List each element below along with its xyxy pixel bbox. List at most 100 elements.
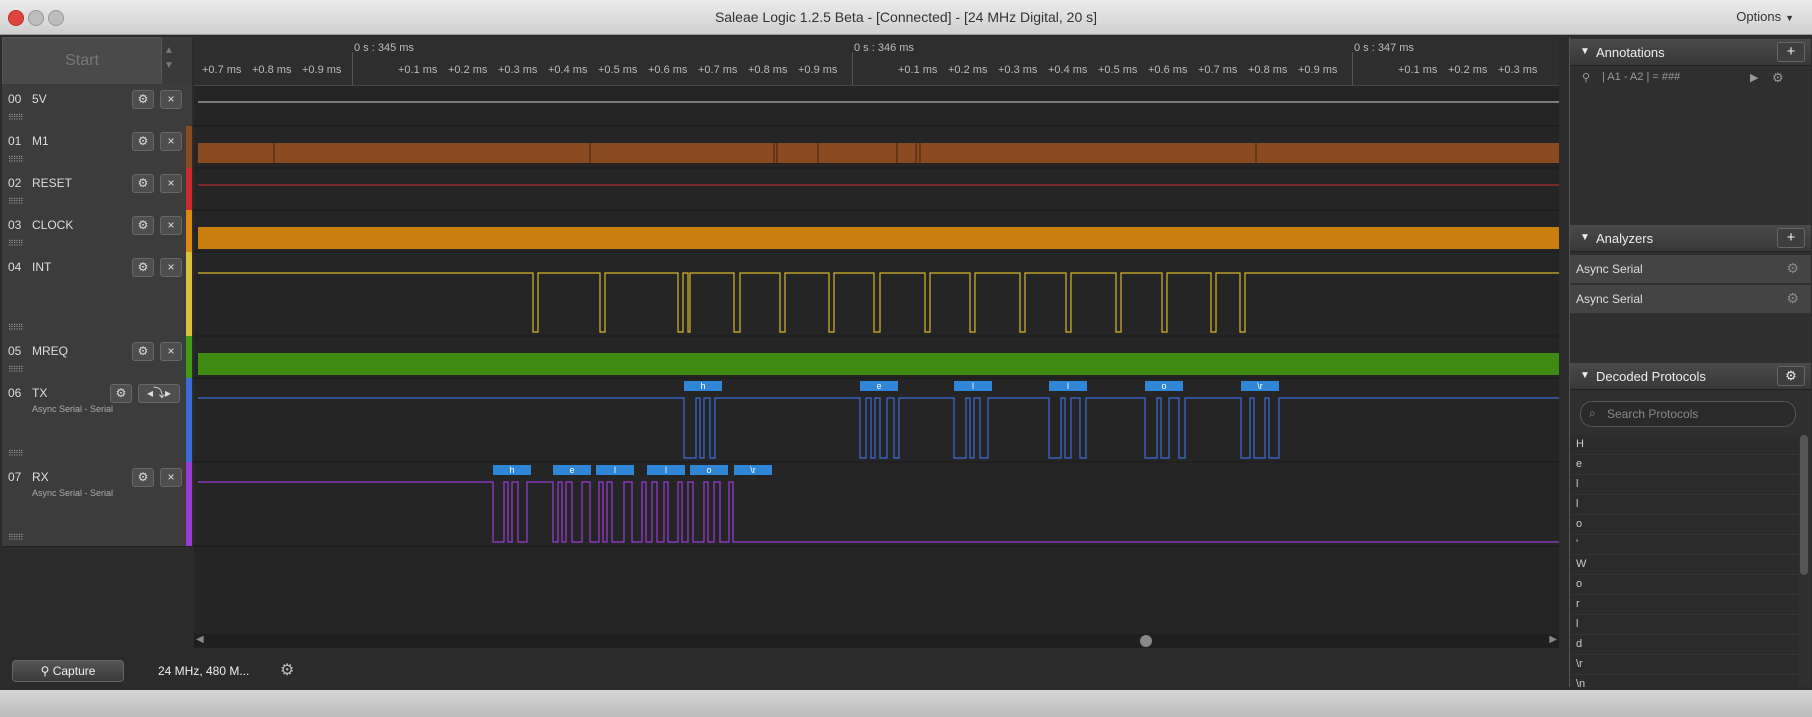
close-icon[interactable]: ×: [160, 216, 182, 235]
close-icon[interactable]: ×: [160, 90, 182, 109]
gear-icon[interactable]: ⚙: [1786, 260, 1799, 277]
channel-number: 00: [8, 92, 22, 106]
analyzer-item[interactable]: Async Serial ⚙: [1570, 285, 1811, 314]
close-icon[interactable]: ×: [160, 468, 182, 487]
rx-decoded-label[interactable]: h: [493, 465, 531, 475]
rx-decoded-label[interactable]: o: [690, 465, 728, 475]
decoded-protocols-title: Decoded Protocols: [1596, 369, 1706, 384]
channel-number: 07: [8, 470, 22, 484]
gear-icon[interactable]: ⚙: [1772, 70, 1784, 86]
close-icon[interactable]: ×: [160, 174, 182, 193]
start-spinner-icon[interactable]: ▲ ▼: [164, 43, 174, 73]
close-icon[interactable]: ×: [160, 258, 182, 277]
decoded-item[interactable]: o: [1570, 515, 1799, 535]
gear-icon[interactable]: ⚙: [1777, 366, 1805, 386]
scroll-thumb[interactable]: [1140, 635, 1152, 647]
channel-name[interactable]: CLOCK: [32, 218, 73, 232]
decoded-item[interactable]: l: [1570, 495, 1799, 515]
decoded-item[interactable]: l: [1570, 615, 1799, 635]
drag-handle-icon[interactable]: ⠿⠿⠿: [8, 239, 24, 248]
scroll-left-icon[interactable]: ◀: [196, 634, 204, 645]
decoded-item[interactable]: e: [1570, 455, 1799, 475]
options-menu[interactable]: Options ▼: [1736, 9, 1794, 24]
rx-decoded-label[interactable]: \r: [734, 465, 772, 475]
channel-name[interactable]: M1: [32, 134, 49, 148]
decoded-protocols-header[interactable]: ▼ Decoded Protocols ⚙: [1570, 363, 1811, 390]
channel-row-02: 02 RESET ⚙ × ⠿⠿⠿: [2, 168, 192, 211]
collapse-triangle-icon[interactable]: ▼: [1580, 232, 1590, 243]
gear-icon[interactable]: ⚙: [132, 342, 154, 361]
channel-row-07: 07 RX Async Serial - Serial ⚙ × ⠿⠿⠿: [2, 462, 192, 547]
collapse-triangle-icon[interactable]: ▼: [1580, 370, 1590, 381]
waveform-traces: [194, 101, 1559, 547]
channel-name[interactable]: RESET: [32, 176, 72, 190]
channel-color-swatch: [186, 336, 192, 378]
decoded-list[interactable]: H e l l o ' W o r l d \r \n: [1570, 435, 1799, 695]
annotation-row[interactable]: ⚲ | A1 - A2 | = ### ▶ ⚙: [1572, 67, 1808, 89]
channel-name[interactable]: TX: [32, 386, 47, 400]
decoded-item[interactable]: d: [1570, 635, 1799, 655]
tx-decoded-label[interactable]: l: [954, 381, 992, 391]
scroll-right-icon[interactable]: ▶: [1549, 634, 1557, 645]
capture-button[interactable]: ⚲ Capture: [12, 660, 124, 682]
decoded-item[interactable]: \r: [1570, 655, 1799, 675]
gear-icon[interactable]: ⚙: [132, 90, 154, 109]
window-title: Saleae Logic 1.2.5 Beta - [Connected] - …: [714, 9, 1098, 25]
chevron-down-icon: ▼: [1785, 13, 1794, 23]
add-analyzer-button[interactable]: +: [1777, 228, 1805, 248]
drag-handle-icon[interactable]: ⠿⠿⠿: [8, 365, 24, 374]
gear-icon[interactable]: ⚙: [1786, 290, 1799, 307]
horizontal-scrollbar[interactable]: ◀ ▶: [194, 634, 1559, 648]
gear-icon[interactable]: ⚙: [132, 258, 154, 277]
drag-handle-icon[interactable]: ⠿⠿⠿: [8, 155, 24, 164]
channel-row-05: 05 MREQ ⚙ × ⠿⠿⠿: [2, 336, 192, 379]
close-icon[interactable]: ×: [160, 342, 182, 361]
drag-handle-icon[interactable]: ⠿⠿⠿: [8, 533, 24, 542]
tx-decoded-label[interactable]: l: [1049, 381, 1087, 391]
tx-decoded-label[interactable]: \r: [1241, 381, 1279, 391]
channel-row-01: 01 M1 ⚙ × ⠿⠿⠿: [2, 126, 192, 169]
decoded-item[interactable]: o: [1570, 575, 1799, 595]
close-icon[interactable]: ×: [160, 132, 182, 151]
gear-icon[interactable]: ⚙: [132, 174, 154, 193]
add-annotation-button[interactable]: +: [1777, 42, 1805, 62]
channel-name[interactable]: RX: [32, 470, 49, 484]
tx-decoded-label[interactable]: e: [860, 381, 898, 391]
tx-decoded-label[interactable]: o: [1145, 381, 1183, 391]
gear-icon[interactable]: ⚙: [132, 132, 154, 151]
play-icon[interactable]: ▶: [1750, 71, 1758, 84]
channel-name[interactable]: MREQ: [32, 344, 68, 358]
drag-handle-icon[interactable]: ⠿⠿⠿: [8, 449, 24, 458]
analyzers-header[interactable]: ▼ Analyzers +: [1570, 225, 1811, 252]
gear-icon[interactable]: ⚙: [280, 660, 294, 680]
waveform-area[interactable]: 0 s : 345 ms 0 s : 346 ms 0 s : 347 ms +…: [194, 37, 1559, 637]
channel-name[interactable]: 5V: [32, 92, 47, 106]
gear-icon[interactable]: ⚙: [132, 216, 154, 235]
decoded-item[interactable]: H: [1570, 435, 1799, 455]
decoded-scrollbar[interactable]: [1800, 435, 1808, 575]
analyzer-item[interactable]: Async Serial ⚙: [1570, 255, 1811, 284]
start-button[interactable]: Start: [2, 37, 162, 85]
drag-handle-icon[interactable]: ⠿⠿⠿: [8, 197, 24, 206]
pin-icon[interactable]: ⚲: [1582, 71, 1590, 84]
gear-icon[interactable]: ⚙: [132, 468, 154, 487]
rx-decoded-label[interactable]: l: [596, 465, 634, 475]
rx-decoded-label[interactable]: e: [553, 465, 591, 475]
drag-handle-icon[interactable]: ⠿⠿⠿: [8, 113, 24, 122]
annotations-header[interactable]: ▼ Annotations +: [1570, 39, 1811, 66]
channel-name[interactable]: INT: [32, 260, 51, 274]
rx-decoded-label[interactable]: l: [647, 465, 685, 475]
capture-settings-text[interactable]: 24 MHz, 480 M...: [158, 664, 249, 678]
decoded-item[interactable]: W: [1570, 555, 1799, 575]
drag-handle-icon[interactable]: ⠿⠿⠿: [8, 323, 24, 332]
channel-color-swatch: [186, 168, 192, 210]
edge-nav-icon[interactable]: ◂⤵▸: [138, 384, 180, 403]
options-label: Options: [1736, 9, 1782, 24]
tx-decoded-label[interactable]: h: [684, 381, 722, 391]
decoded-item[interactable]: ': [1570, 535, 1799, 555]
collapse-triangle-icon[interactable]: ▼: [1580, 46, 1590, 57]
gear-icon[interactable]: ⚙: [110, 384, 132, 403]
decoded-item[interactable]: l: [1570, 475, 1799, 495]
search-protocols-input[interactable]: ⌕ Search Protocols: [1580, 401, 1796, 427]
decoded-item[interactable]: r: [1570, 595, 1799, 615]
